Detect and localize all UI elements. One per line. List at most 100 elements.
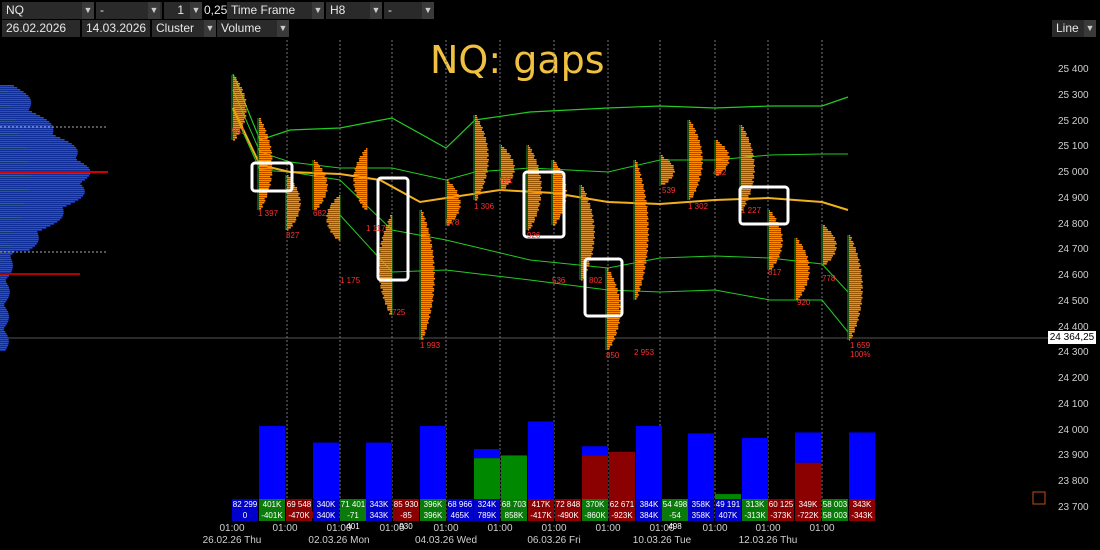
delta-bottom-cell: 396K [420, 510, 446, 521]
delta-bottom-cell: -313K [742, 510, 768, 521]
time-axis-label: 01:00 [809, 523, 835, 534]
chevron-down-icon[interactable]: ▼ [204, 20, 216, 37]
chevron-down-icon[interactable]: ▼ [190, 2, 202, 19]
bar-profile-row [330, 231, 340, 233]
bar-profile-row [849, 305, 861, 307]
bar-profile-row [769, 244, 783, 246]
symbol-select[interactable]: NQ [2, 2, 82, 19]
bar-profile-row [796, 282, 808, 284]
bar-profile-row [849, 317, 858, 319]
bar-profile-row [421, 320, 429, 322]
bar-profile-row [528, 221, 535, 223]
bar-profile-row [421, 278, 435, 280]
bar-profile-row [581, 239, 594, 241]
bar-profile-row [581, 209, 593, 211]
bar-profile-row [607, 296, 620, 298]
bar-profile-row [421, 222, 427, 224]
bar-profile-row [607, 342, 613, 344]
profile-row [0, 161, 29, 163]
bar-profile-row [259, 130, 267, 132]
bar-profile-row [716, 164, 728, 166]
bar-profile-row [421, 300, 434, 302]
cluster-bar [526, 145, 542, 231]
bar-profile-row [327, 217, 340, 219]
profile-row [0, 103, 32, 105]
profile-row [0, 297, 9, 299]
bar-profile-row [475, 191, 481, 193]
bar-profile-row [741, 171, 755, 173]
bar-profile-row [383, 233, 392, 235]
delta-top-cell: 349K [795, 499, 821, 510]
bar-profile-row [849, 273, 861, 275]
bar-profile-row [233, 123, 244, 125]
bar-profile-row [823, 253, 836, 255]
line-mode-select[interactable]: Line [1052, 20, 1086, 37]
bar-profile-row [823, 237, 835, 239]
chart-type-select[interactable]: Cluster [152, 20, 204, 37]
bar-profile-row [475, 137, 487, 139]
chevron-down-icon[interactable]: ▼ [370, 2, 382, 19]
bar-profile-row [475, 151, 488, 153]
bar-profile-row [421, 262, 435, 264]
bar-profile-row [607, 328, 619, 330]
bar-profile-row [849, 333, 852, 335]
bar-profile-row [635, 276, 643, 278]
bar-profile-row [689, 196, 694, 198]
chevron-down-icon[interactable]: ▼ [82, 2, 94, 19]
timeframe-select[interactable]: Time Frame [227, 2, 313, 19]
bar-profile-row [233, 89, 243, 91]
bar-profile-row [661, 171, 675, 173]
bar-profile-row [421, 296, 433, 298]
chevron-down-icon[interactable]: ▼ [148, 2, 160, 19]
toolbar: NQ ▼ - ▼ 1 ▼ 0,25 Time Frame ▼ H8 ▼ - ▼ … [0, 0, 1100, 40]
profile-row [0, 235, 39, 237]
bar-profile-row [326, 221, 340, 223]
bar-profile-row [421, 274, 435, 276]
bar-profile-row [314, 202, 323, 204]
bar-profile-row [528, 157, 534, 159]
chevron-down-icon[interactable]: ▼ [1084, 20, 1096, 37]
bar-profile-row [581, 249, 593, 251]
price-tick-label: 24 900 [1058, 192, 1089, 204]
chevron-down-icon[interactable]: ▼ [277, 20, 289, 37]
bar-profile-row [259, 196, 268, 198]
bar-profile-row [607, 286, 616, 288]
bar-profile-row [287, 215, 299, 217]
bar-profile-row [553, 224, 556, 226]
bar-profile-row [741, 175, 755, 177]
price-tick-label: 23 800 [1058, 476, 1089, 488]
bar-profile-row [528, 205, 540, 207]
bar-profile-row [849, 243, 855, 245]
bar-profile-row [475, 179, 485, 181]
cluster-bar [687, 120, 703, 200]
extra-select[interactable]: - [384, 2, 424, 19]
date-from-input[interactable]: 26.02.2026 [2, 20, 80, 37]
profile-row [0, 141, 69, 143]
bar-profile-row [528, 225, 533, 227]
profile-row [0, 249, 30, 251]
chevron-down-icon[interactable]: ▼ [422, 2, 434, 19]
date-to-input[interactable]: 14.03.2026 [82, 20, 150, 37]
bar-profile-row [421, 220, 425, 222]
bar-profile-row [364, 208, 367, 210]
profile-row [0, 253, 13, 255]
bar-profile-row [635, 284, 642, 286]
bar-profile-row [314, 168, 323, 170]
period-input[interactable]: 1 [164, 2, 190, 19]
cluster-mode-select[interactable]: Volume [217, 20, 279, 37]
bar-profile-row [421, 276, 434, 278]
cluster-chart[interactable] [0, 40, 1100, 550]
bar-profile-row [849, 299, 862, 301]
bar-profile-row [501, 159, 514, 161]
bar-volume-label: 1 175 [340, 276, 361, 285]
profile-row [0, 247, 33, 249]
bar-profile-row [233, 93, 245, 95]
profile-row [0, 203, 25, 205]
bar-profile-row [635, 280, 642, 282]
bar-profile-row [769, 240, 783, 242]
bar-profile-row [849, 245, 854, 247]
chevron-down-icon[interactable]: ▼ [312, 2, 324, 19]
bar-profile-row [353, 184, 367, 186]
band-upper [232, 73, 849, 149]
bar-profile-row [528, 195, 541, 197]
